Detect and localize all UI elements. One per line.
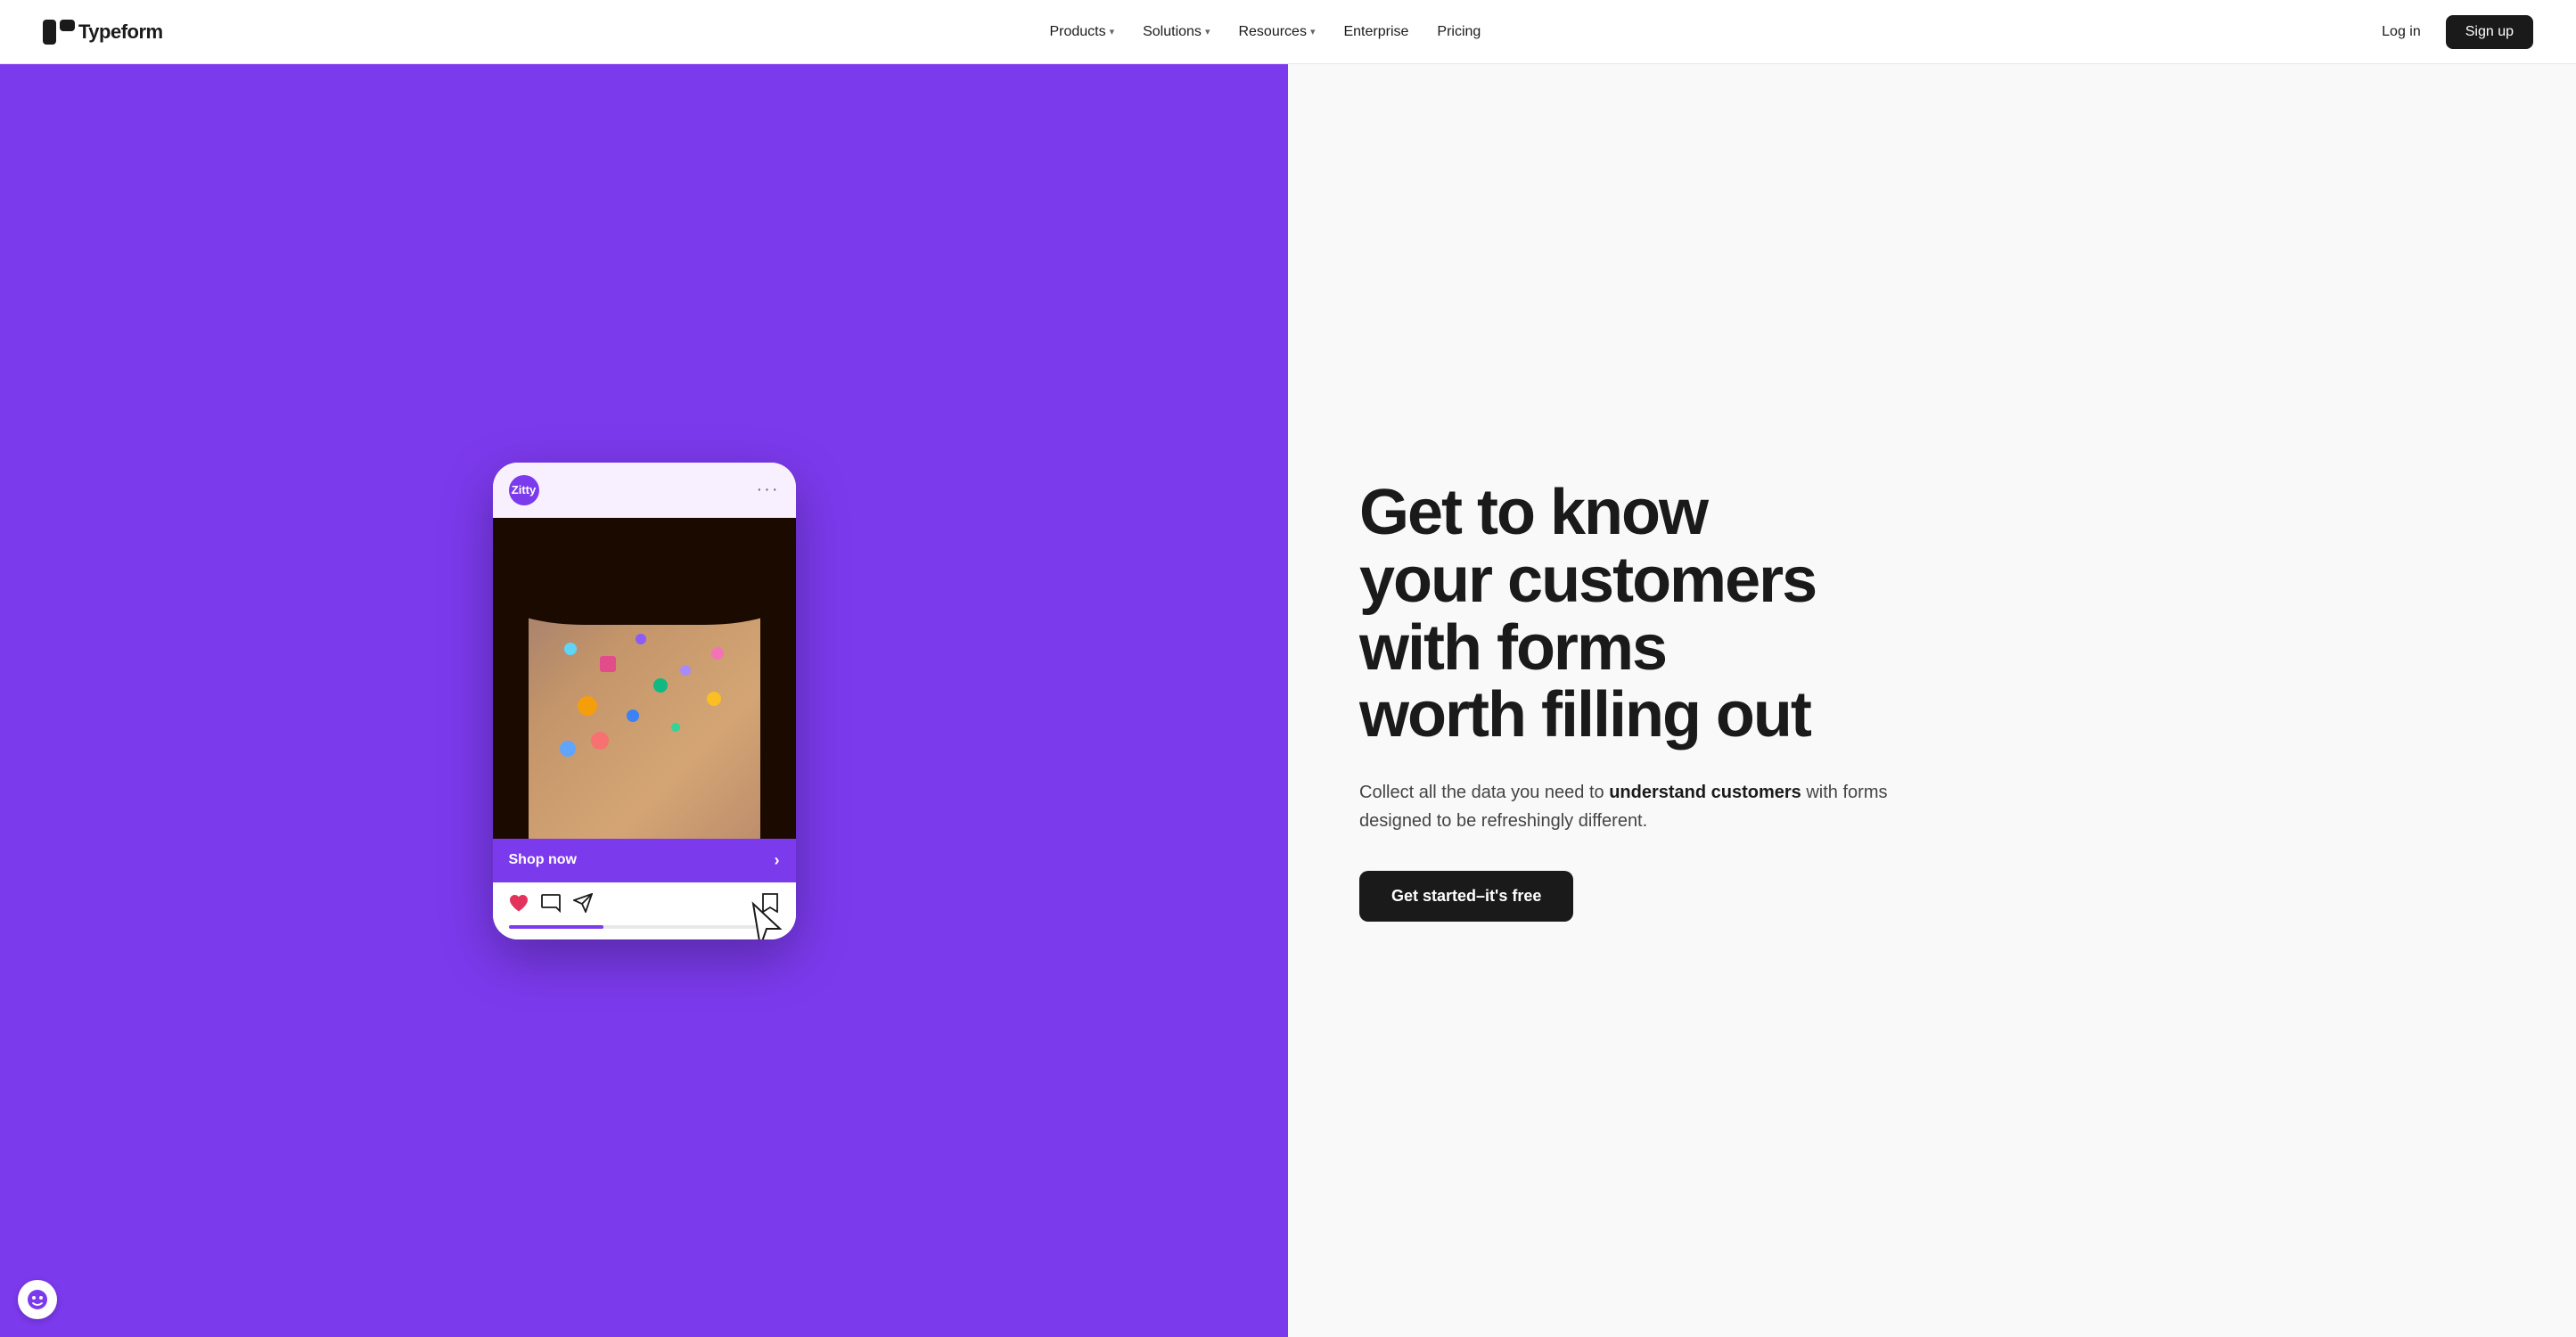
nav-menu: Products ▾ Solutions ▾ Resources ▾ Enter… (1037, 17, 1493, 47)
progress-fill (509, 925, 603, 929)
hair-left (493, 518, 529, 839)
cta-button[interactable]: Get started–it's free (1359, 871, 1573, 922)
hero-text-content: Get to know your customers with forms wo… (1359, 480, 1894, 921)
gem-10 (671, 723, 680, 732)
gem-1 (564, 643, 577, 655)
heart-icon[interactable] (509, 893, 529, 913)
shop-now-bar[interactable]: Shop now › (493, 839, 796, 882)
nav-resources[interactable]: Resources ▾ (1226, 17, 1327, 47)
navbar-actions: Log in Sign up (2367, 15, 2533, 49)
nav-products[interactable]: Products ▾ (1037, 17, 1127, 47)
gem-3 (636, 634, 646, 644)
logo-icon (43, 20, 75, 45)
nav-solutions[interactable]: Solutions ▾ (1130, 17, 1222, 47)
face-image (493, 518, 796, 839)
chevron-down-icon: ▾ (1205, 26, 1210, 37)
hero-right-panel: Get to know your customers with forms wo… (1288, 64, 2576, 1337)
gem-8 (680, 665, 691, 676)
gem-2 (600, 656, 616, 672)
logo[interactable]: Typeform (43, 20, 163, 45)
nav-pricing[interactable]: Pricing (1424, 17, 1493, 47)
hero-headline: Get to know your customers with forms wo… (1359, 480, 1894, 749)
phone-brand-avatar: Zitty (509, 475, 539, 505)
gem-11 (560, 741, 576, 757)
hair-top (493, 518, 796, 625)
arrow-icon: › (775, 851, 780, 870)
shop-now-label: Shop now (509, 852, 577, 868)
phone-header: Zitty ··· (493, 463, 796, 518)
phone-image-area (493, 518, 796, 839)
phone-footer (493, 882, 796, 939)
brand-name: Typeform (78, 21, 163, 44)
hero-section: Zitty ··· (0, 64, 2576, 1337)
cursor-icon (735, 895, 796, 939)
hair-right (760, 518, 796, 839)
gem-4 (578, 696, 597, 716)
comment-icon[interactable] (541, 893, 561, 913)
login-button[interactable]: Log in (2367, 17, 2435, 47)
gem-12 (711, 647, 724, 660)
gem-5 (653, 678, 668, 693)
nav-enterprise[interactable]: Enterprise (1331, 17, 1421, 47)
gem-6 (627, 710, 639, 722)
gem-7 (591, 732, 609, 750)
more-options-icon: ··· (757, 480, 780, 500)
gem-9 (707, 692, 721, 706)
signup-button[interactable]: Sign up (2446, 15, 2533, 49)
hero-left-panel: Zitty ··· (0, 64, 1288, 1337)
phone-left-icons (509, 893, 593, 913)
navbar: Typeform Products ▾ Solutions ▾ Resource… (0, 0, 2576, 64)
chevron-down-icon: ▾ (1110, 26, 1115, 37)
phone-mockup: Zitty ··· (493, 463, 796, 939)
cookie-preferences-icon[interactable] (18, 1280, 57, 1319)
chevron-down-icon: ▾ (1310, 26, 1316, 37)
logo-area: Typeform (43, 20, 163, 45)
share-icon[interactable] (573, 893, 593, 913)
hero-subtext: Collect all the data you need to underst… (1359, 778, 1894, 835)
